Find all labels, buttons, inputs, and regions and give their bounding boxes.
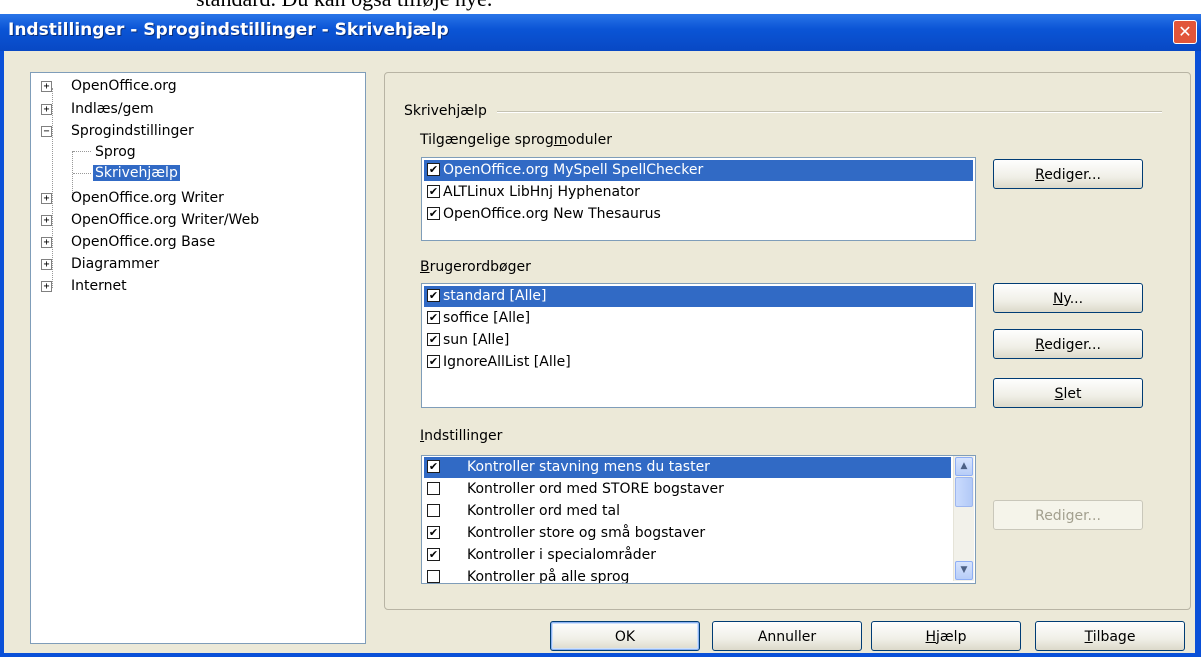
list-item[interactable]: ✔ Kontroller stavning mens du taster bbox=[424, 457, 951, 478]
list-item[interactable]: ✔ OpenOffice.org MySpell SpellChecker bbox=[424, 160, 973, 181]
writing-aids-panel: Skrivehjælp Tilgængelige sprogmoduler ✔ O… bbox=[384, 72, 1191, 610]
list-item[interactable]: Kontroller ord med STORE bogstaver bbox=[424, 479, 724, 500]
list-item[interactable]: ✔ IgnoreAllList [Alle] bbox=[424, 352, 571, 373]
options-scrollbar[interactable]: ▲ ▼ bbox=[953, 456, 974, 581]
list-item[interactable]: Kontroller ord med tal bbox=[424, 501, 620, 522]
title-bar[interactable]: Indstillinger - Sprogindstillinger - Skr… bbox=[0, 14, 1201, 51]
collapse-icon[interactable]: − bbox=[41, 126, 52, 137]
modules-label: Tilgængelige sprogmoduler bbox=[420, 132, 612, 148]
tree-item-label: Sprog bbox=[95, 144, 136, 160]
checkbox[interactable]: ✔ bbox=[427, 310, 440, 324]
edit-modules-button[interactable]: Rediger... bbox=[993, 159, 1143, 189]
close-icon[interactable]: ✕ bbox=[1173, 20, 1197, 44]
tree-item-label: Indlæs/gem bbox=[71, 101, 154, 117]
ok-button[interactable]: OK bbox=[550, 621, 700, 651]
edit-options-button[interactable]: Rediger... bbox=[993, 500, 1143, 530]
list-item[interactable]: Kontroller på alle sprog bbox=[424, 567, 629, 583]
list-item[interactable]: ✔ soffice [Alle] bbox=[424, 308, 530, 329]
list-item[interactable]: ✔ Kontroller store og små bogstaver bbox=[424, 523, 705, 544]
expand-icon[interactable]: + bbox=[41, 193, 52, 204]
scroll-up-icon[interactable]: ▲ bbox=[955, 457, 973, 476]
back-button[interactable]: Tilbage bbox=[1035, 621, 1185, 651]
checkbox[interactable]: ✔ bbox=[427, 162, 440, 176]
expand-icon[interactable]: + bbox=[41, 215, 52, 226]
checkbox[interactable]: ✔ bbox=[427, 206, 440, 220]
checkbox[interactable] bbox=[427, 503, 440, 517]
modules-list[interactable]: ✔ OpenOffice.org MySpell SpellChecker ✔ AL… bbox=[421, 157, 976, 241]
list-item[interactable]: ✔ standard [Alle] bbox=[424, 286, 973, 307]
tree-item-label: OpenOffice.org Writer/Web bbox=[71, 212, 260, 228]
background-document-text: standard. Du kan også tilføje nye. bbox=[196, 0, 492, 12]
dialog-title: Indstillinger - Sprogindstillinger - Skr… bbox=[8, 20, 449, 40]
checkbox[interactable]: ✔ bbox=[427, 459, 440, 473]
options-list[interactable]: ✔ Kontroller stavning mens du taster Kont… bbox=[421, 455, 976, 584]
checkbox[interactable] bbox=[427, 569, 440, 583]
checkbox[interactable]: ✔ bbox=[427, 288, 440, 302]
cancel-button[interactable]: Annuller bbox=[712, 621, 862, 651]
scroll-thumb[interactable] bbox=[955, 477, 973, 507]
tree-item-label: Skrivehjælp bbox=[93, 165, 180, 181]
tree-item-languages[interactable]: Sprog bbox=[95, 142, 136, 162]
group-heading: Skrivehjælp bbox=[404, 103, 487, 119]
checkbox[interactable]: ✔ bbox=[427, 547, 440, 561]
expand-icon[interactable]: + bbox=[41, 237, 52, 248]
list-item[interactable]: ✔ sun [Alle] bbox=[424, 330, 509, 351]
checkbox[interactable]: ✔ bbox=[427, 332, 440, 346]
tree-item-label: OpenOffice.org Base bbox=[71, 234, 216, 250]
expand-icon[interactable]: + bbox=[41, 104, 52, 115]
tree-item-writing-aids[interactable]: Skrivehjælp bbox=[93, 163, 180, 183]
scroll-down-icon[interactable]: ▼ bbox=[955, 561, 973, 580]
dictionaries-list[interactable]: ✔ standard [Alle] ✔ soffice [Alle] ✔ sun [A… bbox=[421, 283, 976, 408]
tree-item-label: Internet bbox=[71, 278, 127, 294]
list-item[interactable]: ✔ ALTLinux LibHnj Hyphenator bbox=[424, 182, 640, 203]
tree-item-label: Sprogindstillinger bbox=[71, 123, 194, 139]
tree-item-label: Diagrammer bbox=[71, 256, 160, 272]
checkbox[interactable] bbox=[427, 481, 440, 495]
checkbox[interactable]: ✔ bbox=[427, 525, 440, 539]
new-dictionary-button[interactable]: Ny... bbox=[993, 283, 1143, 313]
dictionaries-label: Brugerordbøger bbox=[420, 259, 531, 275]
list-item[interactable]: ✔ OpenOffice.org New Thesaurus bbox=[424, 204, 661, 225]
options-label: Indstillinger bbox=[420, 428, 503, 444]
expand-icon[interactable]: + bbox=[41, 259, 52, 270]
expand-icon[interactable]: + bbox=[41, 281, 52, 292]
options-dialog: Indstillinger - Sprogindstillinger - Skr… bbox=[0, 14, 1201, 657]
list-item[interactable]: ✔ Kontroller i specialområder bbox=[424, 545, 656, 566]
tree-item-label: OpenOffice.org Writer bbox=[71, 190, 224, 206]
edit-dictionary-button[interactable]: Rediger... bbox=[993, 329, 1143, 359]
tree-item-label: OpenOffice.org bbox=[71, 78, 177, 94]
checkbox[interactable]: ✔ bbox=[427, 184, 440, 198]
dialog-body: + OpenOffice.org + Indlæs/gem − Sprogind… bbox=[4, 51, 1195, 653]
delete-dictionary-button[interactable]: Slet bbox=[993, 378, 1143, 408]
help-button[interactable]: Hjælp bbox=[871, 621, 1021, 651]
checkbox[interactable]: ✔ bbox=[427, 354, 440, 368]
options-tree[interactable]: + OpenOffice.org + Indlæs/gem − Sprogind… bbox=[30, 72, 366, 644]
expand-icon[interactable]: + bbox=[41, 81, 52, 92]
